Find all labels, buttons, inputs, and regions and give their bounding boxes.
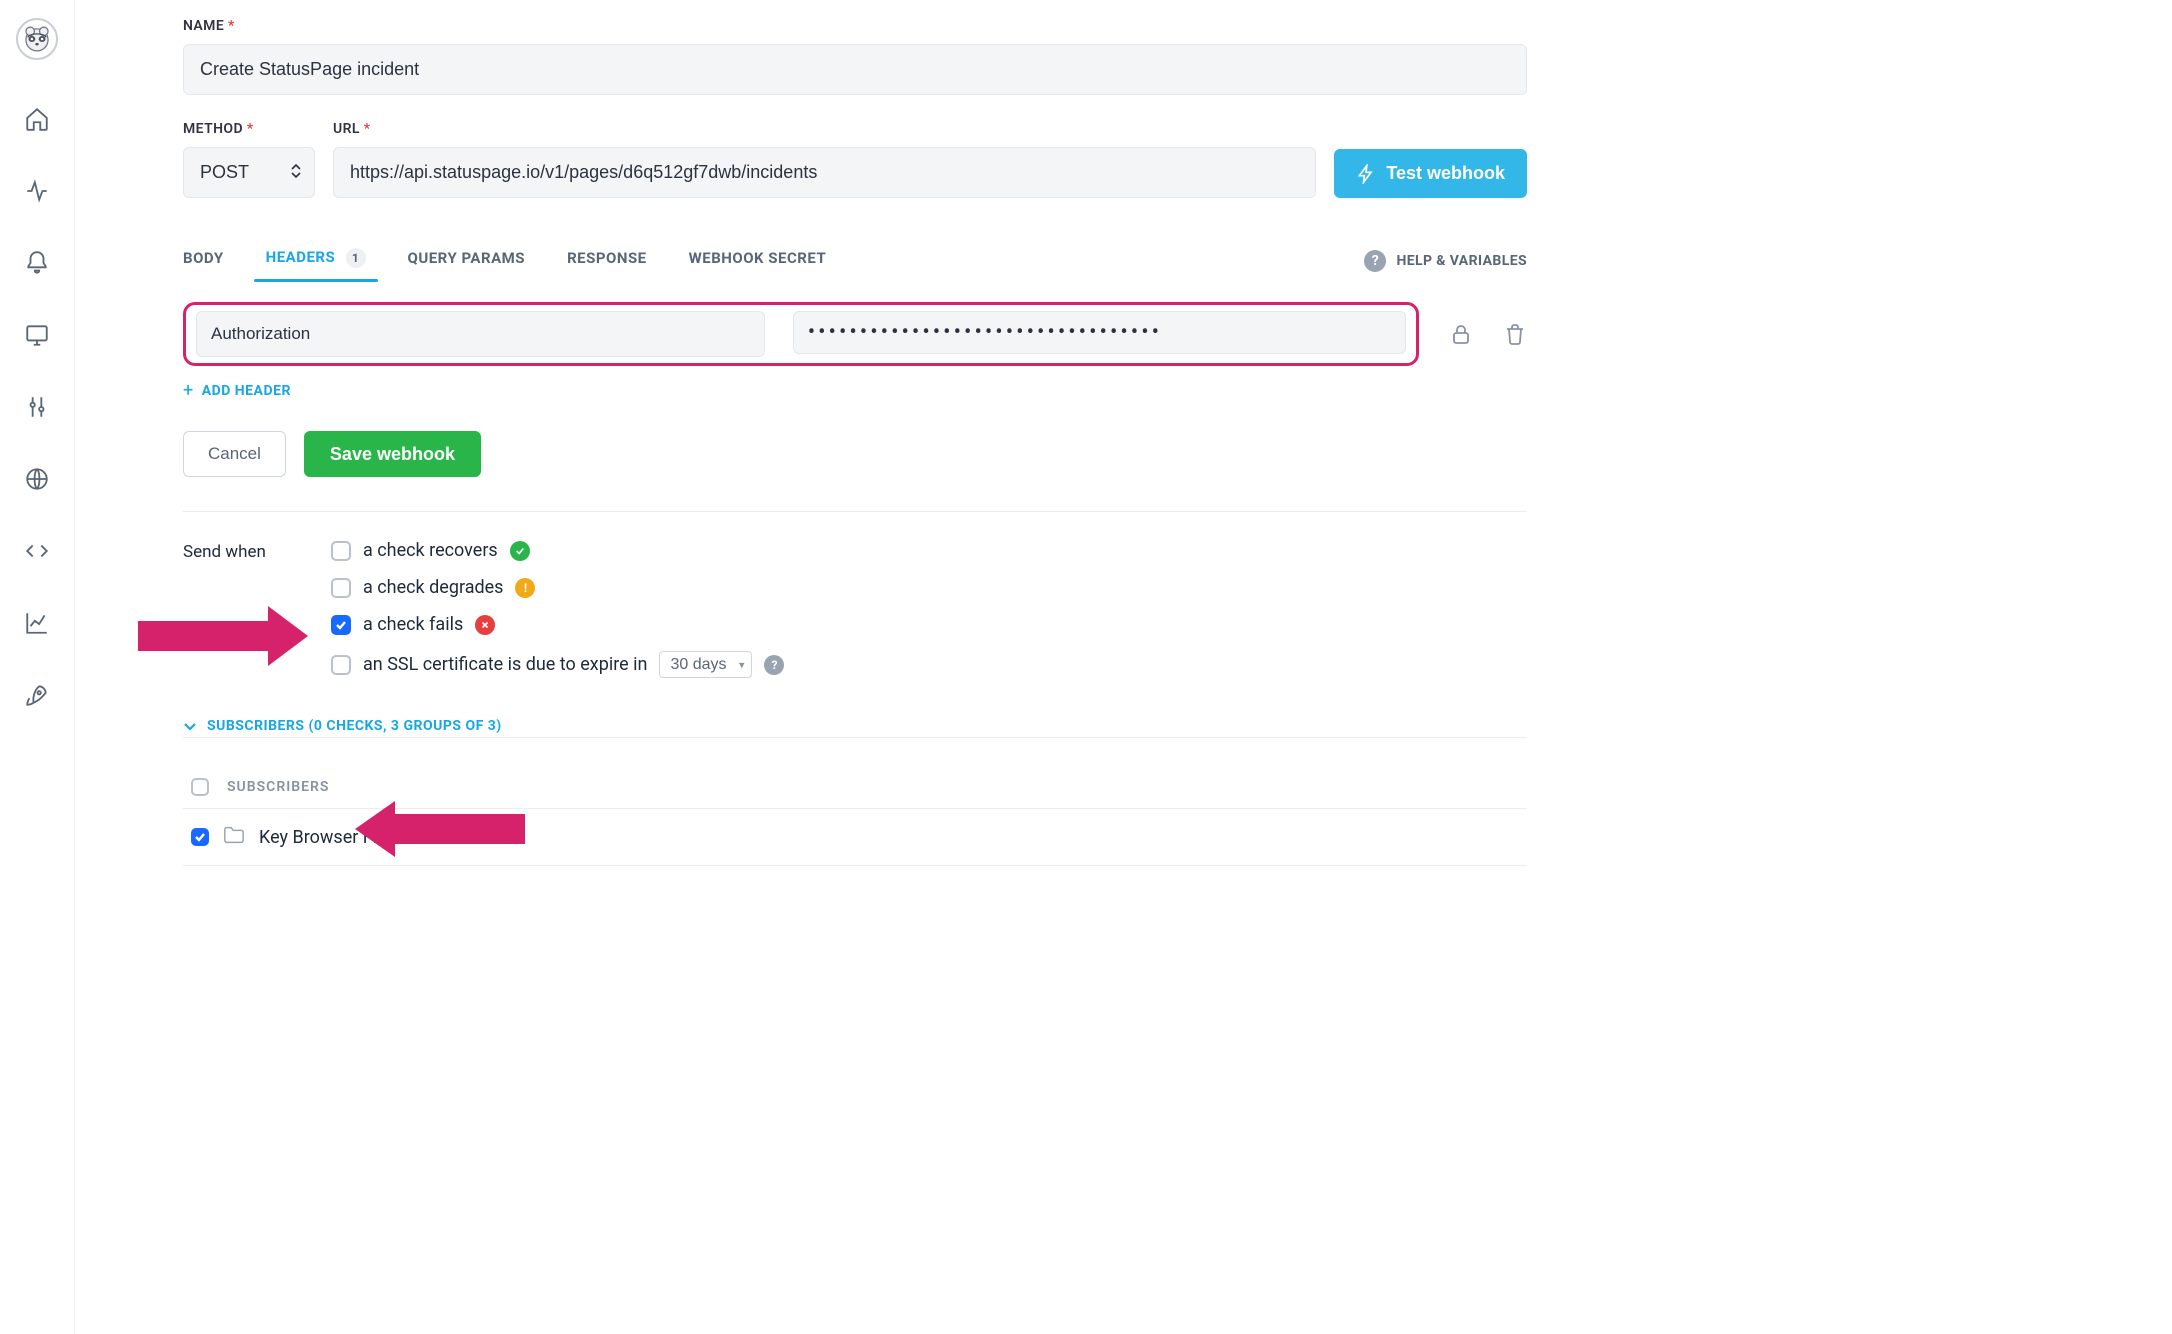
raccoon-icon <box>20 22 54 56</box>
chevron-down-icon <box>183 719 197 733</box>
checkbox-degrades[interactable] <box>331 578 351 598</box>
name-label: NAME * <box>183 18 1527 34</box>
option-recovers-label: a check recovers <box>363 540 498 561</box>
lock-icon[interactable] <box>1449 322 1473 346</box>
cancel-button[interactable]: Cancel <box>183 431 286 477</box>
main-content: NAME * METHOD * URL * Test webhook <box>75 0 1555 1334</box>
tab-webhook-secret[interactable]: WEBHOOK SECRET <box>689 241 827 281</box>
code-icon[interactable] <box>24 538 50 564</box>
status-recovers-icon <box>510 541 530 561</box>
name-input[interactable] <box>183 44 1527 95</box>
checkbox-key-browser-flows[interactable] <box>191 828 209 846</box>
sidebar <box>0 0 75 1334</box>
annotation-arrow-subscriber <box>355 801 525 857</box>
checkbox-all-subscribers[interactable] <box>191 778 209 796</box>
url-input[interactable] <box>333 147 1316 198</box>
home-icon[interactable] <box>24 106 50 132</box>
url-label: URL * <box>333 121 1316 137</box>
subscribers-toggle[interactable]: SUBSCRIBERS (0 CHECKS, 3 GROUPS OF 3) <box>183 718 502 734</box>
globe-icon[interactable] <box>24 466 50 492</box>
rocket-icon[interactable] <box>24 682 50 708</box>
option-ssl-label: an SSL certificate is due to expire in <box>363 654 647 675</box>
checkbox-recovers[interactable] <box>331 541 351 561</box>
save-webhook-button[interactable]: Save webhook <box>304 431 481 477</box>
tabs: BODY HEADERS 1 QUERY PARAMS RESPONSE WEB… <box>183 240 1527 282</box>
header-value-input[interactable] <box>793 311 1406 354</box>
checkbox-fails[interactable] <box>331 615 351 635</box>
method-select[interactable] <box>183 147 315 198</box>
subscribers-header-label: SUBSCRIBERS <box>227 779 329 795</box>
header-key-input[interactable] <box>196 311 765 357</box>
add-header-button[interactable]: + ADD HEADER <box>183 380 291 401</box>
subscriber-item[interactable]: Key Browser Flows <box>183 809 1527 866</box>
tab-headers[interactable]: HEADERS 1 <box>266 240 366 282</box>
option-degrades-label: a check degrades <box>363 577 503 598</box>
ssl-help-icon[interactable]: ? <box>764 655 784 675</box>
trash-icon[interactable] <box>1503 322 1527 346</box>
annotation-arrow-fails <box>138 606 308 666</box>
checkbox-ssl[interactable] <box>331 655 351 675</box>
tune-icon[interactable] <box>24 394 50 420</box>
folder-icon <box>223 825 245 849</box>
method-label: METHOD * <box>183 121 315 137</box>
activity-icon[interactable] <box>24 178 50 204</box>
option-fails-label: a check fails <box>363 614 463 635</box>
plus-icon: + <box>183 380 194 401</box>
ssl-days-select[interactable]: 30 days <box>659 651 752 678</box>
question-icon: ? <box>1364 250 1386 272</box>
headers-count-badge: 1 <box>346 248 366 268</box>
header-row-highlight <box>183 302 1419 366</box>
tab-body[interactable]: BODY <box>183 241 224 281</box>
monitor-icon[interactable] <box>24 322 50 348</box>
test-webhook-button[interactable]: Test webhook <box>1334 149 1527 198</box>
bell-icon[interactable] <box>24 250 50 276</box>
help-variables-link[interactable]: ? HELP & VARIABLES <box>1364 250 1527 272</box>
app-logo[interactable] <box>16 18 58 60</box>
status-degrades-icon: ! <box>515 578 535 598</box>
bolt-icon <box>1356 164 1376 184</box>
tab-response[interactable]: RESPONSE <box>567 241 647 281</box>
tab-query-params[interactable]: QUERY PARAMS <box>408 241 526 281</box>
chart-icon[interactable] <box>24 610 50 636</box>
status-fails-icon <box>475 615 495 635</box>
